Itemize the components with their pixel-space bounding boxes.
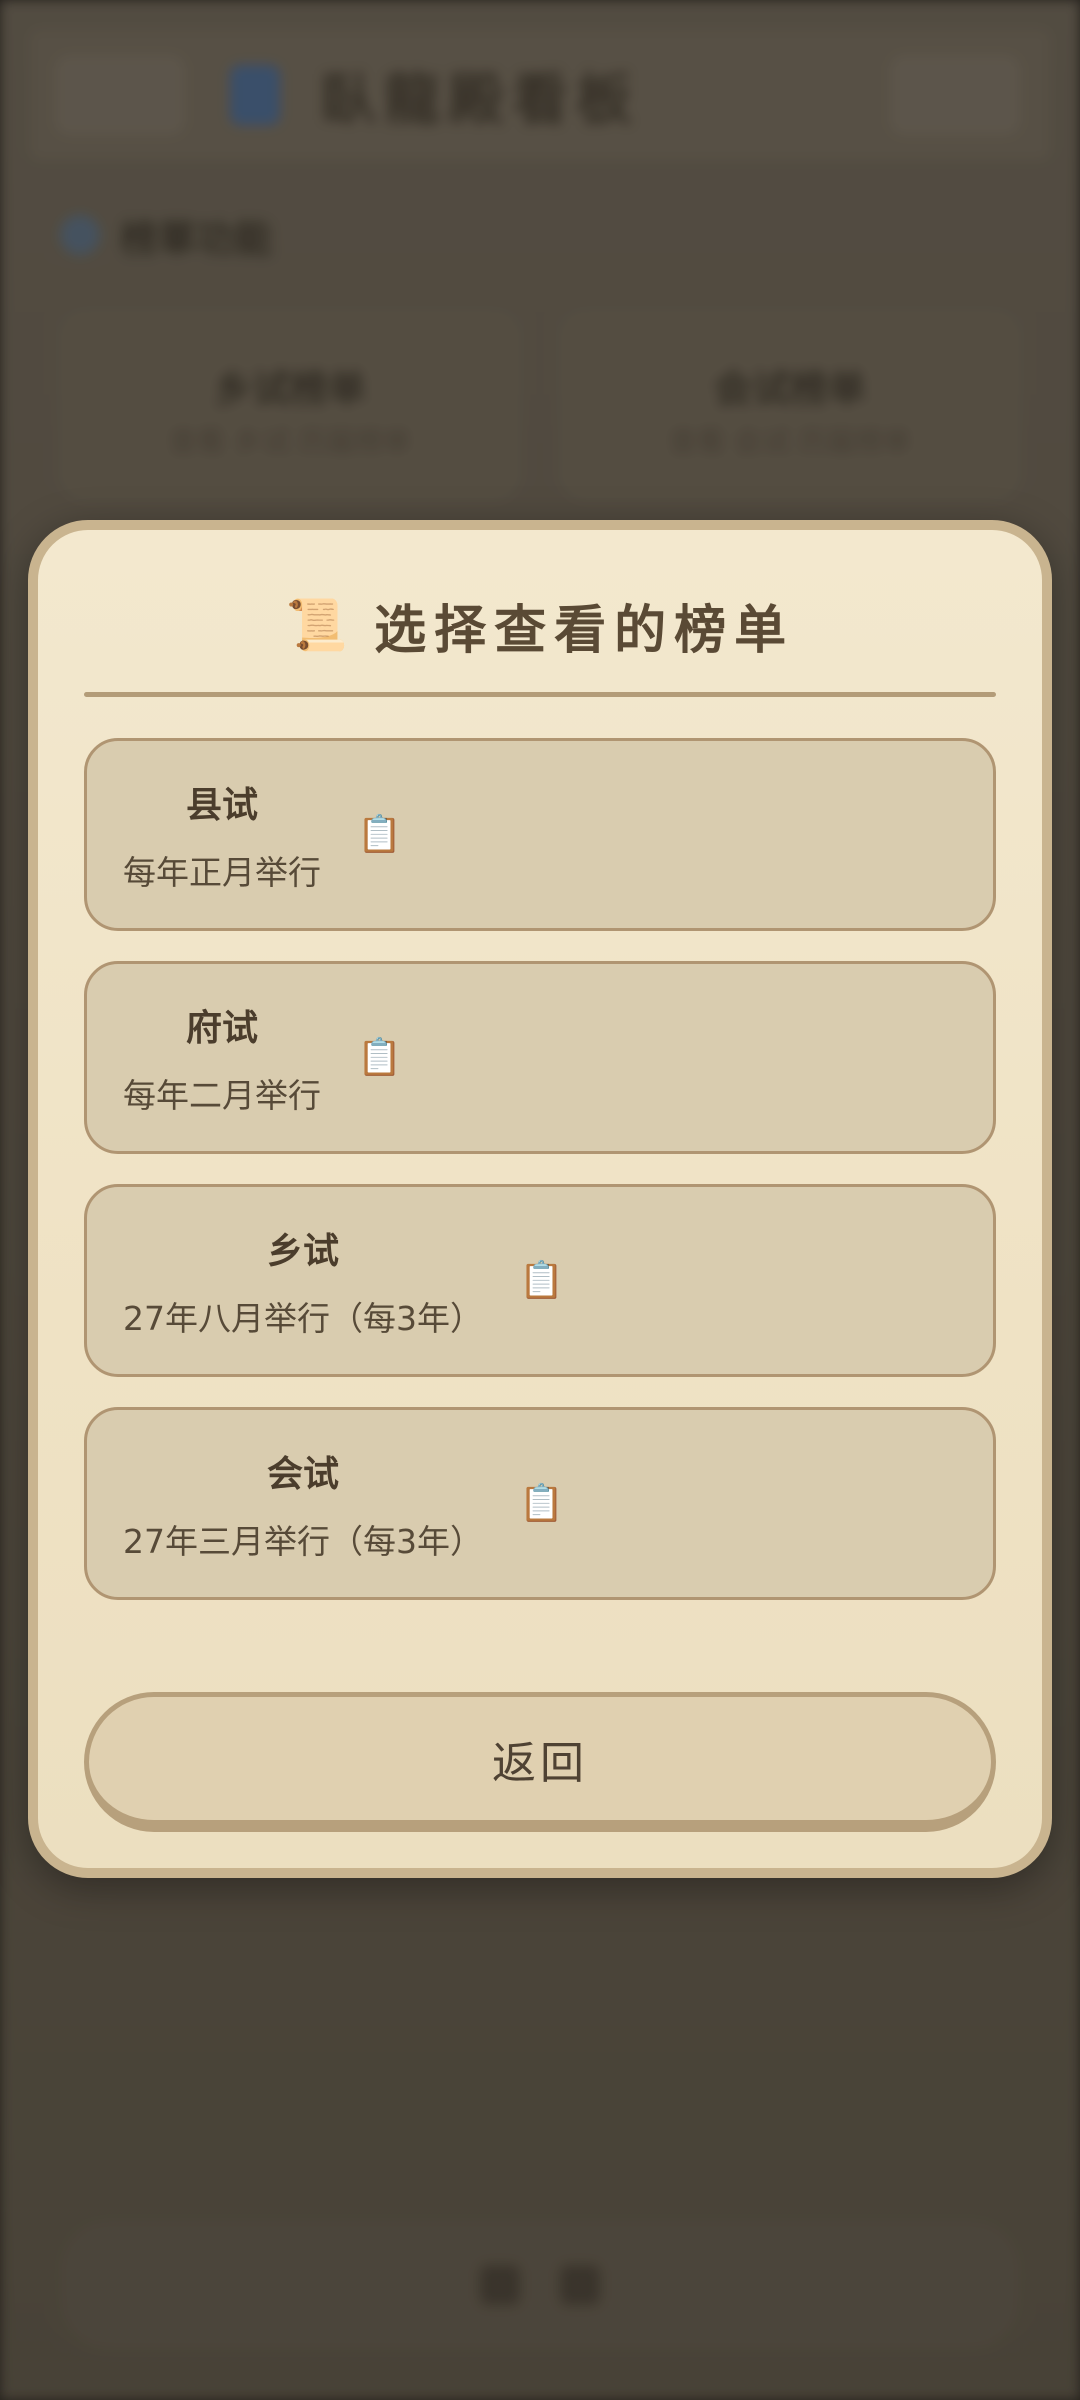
exam-name: 会试 [266, 1453, 339, 1495]
clipboard-icon: 📋 [357, 1036, 402, 1078]
clipboard-icon: 📋 [519, 1259, 564, 1301]
clipboard-icon: 📋 [519, 1482, 564, 1524]
select-ranking-dialog: 📜 选择查看的榜单 县试 每年正月举行 📋 府试 每年二月举行 📋 乡试 27年… [28, 520, 1052, 1878]
exam-name: 府试 [185, 1007, 258, 1049]
exam-desc: 每年正月举行 [123, 852, 321, 892]
exam-text: 县试 每年正月举行 [123, 776, 321, 894]
exam-name: 县试 [185, 784, 258, 826]
exam-desc: 27年三月举行（每3年） [123, 1521, 483, 1561]
clipboard-icon: 📋 [357, 813, 402, 855]
exam-item-fushi[interactable]: 府试 每年二月举行 📋 [84, 961, 996, 1154]
divider [84, 692, 996, 697]
exam-list: 县试 每年正月举行 📋 府试 每年二月举行 📋 乡试 27年八月举行（每3年） … [84, 738, 996, 1630]
dialog-title: 选择查看的榜单 [374, 600, 795, 661]
exam-text: 乡试 27年八月举行（每3年） [123, 1222, 483, 1340]
exam-text: 府试 每年二月举行 [123, 999, 321, 1117]
exam-item-xiangshi[interactable]: 乡试 27年八月举行（每3年） 📋 [84, 1184, 996, 1377]
exam-item-huishi[interactable]: 会试 27年三月举行（每3年） 📋 [84, 1407, 996, 1600]
return-button[interactable]: 返回 [84, 1692, 996, 1832]
exam-desc: 27年八月举行（每3年） [123, 1298, 483, 1338]
scroll-icon: 📜 [285, 596, 349, 654]
exam-name: 乡试 [266, 1230, 339, 1272]
exam-item-xianshi[interactable]: 县试 每年正月举行 📋 [84, 738, 996, 931]
exam-desc: 每年二月举行 [123, 1075, 321, 1115]
exam-text: 会试 27年三月举行（每3年） [123, 1445, 483, 1563]
dialog-header: 📜 选择查看的榜单 [38, 585, 1042, 665]
